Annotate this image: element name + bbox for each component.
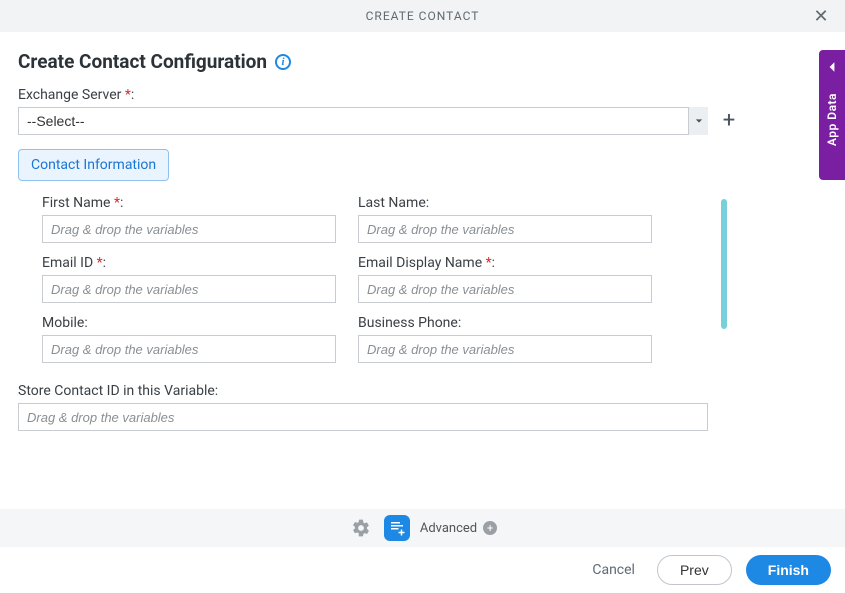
last-name-field: Last Name: [358, 195, 652, 243]
store-contact-id-input[interactable] [18, 403, 708, 431]
required-asterisk: * [125, 87, 131, 103]
business-phone-field: Business Phone: [358, 315, 652, 363]
exchange-server-section: Exchange Server *: --Select-- + [18, 87, 827, 135]
gear-icon[interactable] [348, 515, 374, 541]
fields-column-right: Last Name: Email Display Name *: Busines… [358, 195, 652, 363]
advanced-label: Advanced [420, 521, 477, 536]
last-name-label: Last Name: [358, 195, 652, 211]
mobile-input[interactable] [42, 335, 336, 363]
content-area: Create Contact Configuration i Exchange … [0, 32, 845, 431]
business-phone-label: Business Phone: [358, 315, 652, 331]
activity-add-icon[interactable] [384, 515, 410, 541]
email-display-name-label: Email Display Name *: [358, 255, 652, 271]
fields-area: First Name *: Email ID *: Mobile: Last N… [18, 195, 827, 363]
exchange-server-select[interactable]: --Select-- [18, 107, 708, 135]
window-title: CREATE CONTACT [366, 9, 480, 23]
email-display-name-field: Email Display Name *: [358, 255, 652, 303]
bottom-toolbar: Advanced + [0, 509, 845, 547]
page-title: Create Contact Configuration [18, 50, 267, 73]
email-display-name-input[interactable] [358, 275, 652, 303]
store-contact-id-section: Store Contact ID in this Variable: [18, 383, 827, 431]
first-name-field: First Name *: [42, 195, 336, 243]
plus-circle-icon: + [483, 521, 497, 535]
business-phone-input[interactable] [358, 335, 652, 363]
exchange-server-select-wrap: --Select-- [18, 107, 708, 135]
first-name-input[interactable] [42, 215, 336, 243]
exchange-server-label: Exchange Server *: [18, 87, 827, 103]
email-id-label: Email ID *: [42, 255, 336, 271]
cancel-button[interactable]: Cancel [584, 556, 643, 584]
app-data-panel-tab[interactable]: App Data [819, 50, 845, 180]
last-name-input[interactable] [358, 215, 652, 243]
tab-contact-information[interactable]: Contact Information [18, 149, 169, 181]
fields-scrollbar[interactable] [721, 199, 727, 329]
email-id-field: Email ID *: [42, 255, 336, 303]
footer: Cancel Prev Finish [0, 547, 845, 593]
add-exchange-server-button[interactable]: + [718, 110, 740, 132]
first-name-label: First Name *: [42, 195, 336, 211]
app-data-label: App Data [825, 93, 839, 146]
titlebar: CREATE CONTACT ✕ [0, 0, 845, 32]
info-icon[interactable]: i [275, 54, 291, 70]
mobile-field: Mobile: [42, 315, 336, 363]
email-id-input[interactable] [42, 275, 336, 303]
store-contact-id-label: Store Contact ID in this Variable: [18, 383, 827, 399]
mobile-label: Mobile: [42, 315, 336, 331]
fields-column-left: First Name *: Email ID *: Mobile: [42, 195, 336, 363]
chevron-left-icon [826, 58, 838, 77]
close-icon[interactable]: ✕ [805, 0, 837, 32]
finish-button[interactable]: Finish [746, 555, 831, 585]
page-heading: Create Contact Configuration i [18, 50, 827, 73]
advanced-toggle[interactable]: Advanced + [420, 521, 497, 536]
prev-button[interactable]: Prev [657, 555, 732, 585]
